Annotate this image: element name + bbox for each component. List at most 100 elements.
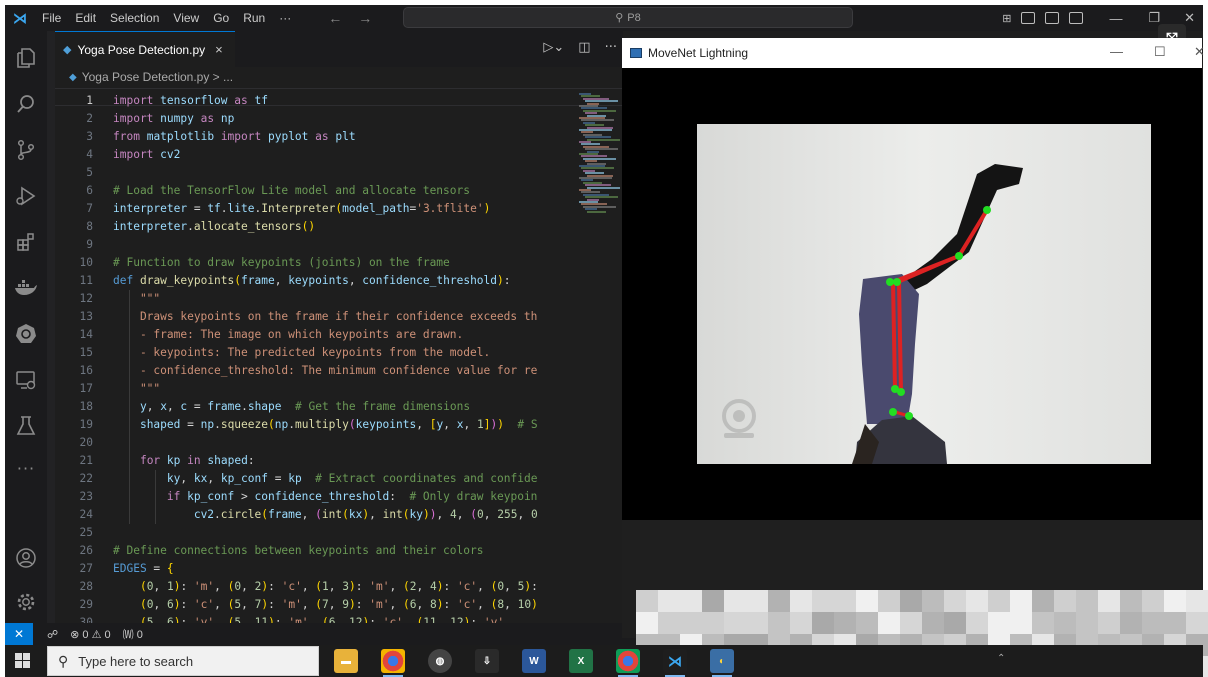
code-line[interactable]: 30 (5, 6): 'y', (5, 11): 'm', (6, 12): '… xyxy=(55,614,575,623)
opencv-window-icon xyxy=(630,48,642,58)
code-line[interactable]: 21 for kp in shaped: xyxy=(55,452,575,470)
code-line[interactable]: 25 xyxy=(55,524,575,542)
code-text: EDGES = { xyxy=(113,562,174,575)
remote-indicator-icon[interactable]: ✕ xyxy=(5,623,33,645)
code-line[interactable]: 20 xyxy=(55,434,575,452)
code-line[interactable]: 27 EDGES = { xyxy=(55,560,575,578)
code-line[interactable]: 4 import cv2 xyxy=(55,146,575,164)
chrome-icon[interactable] xyxy=(381,649,405,677)
source-control-icon[interactable] xyxy=(13,137,39,163)
taskbar-search-box[interactable]: ⚲ Type here to search xyxy=(47,646,319,676)
code-line[interactable]: 3 from matplotlib import pyplot as plt xyxy=(55,128,575,146)
code-line[interactable]: 17 """ xyxy=(55,380,575,398)
tab-close-icon[interactable]: × xyxy=(215,42,223,57)
close-window-button[interactable]: ✕ xyxy=(1184,10,1195,26)
breadcrumb-path[interactable]: Yoga Pose Detection.py > ... xyxy=(82,70,233,84)
sync-icon[interactable]: ☍ xyxy=(47,628,58,641)
code-line[interactable]: 2 import numpy as np xyxy=(55,110,575,128)
pixelated-block xyxy=(922,612,944,634)
kubernetes-icon[interactable] xyxy=(13,321,39,347)
tray-overflow-icon[interactable]: ⌃ xyxy=(997,653,1005,664)
line-number: 19 xyxy=(79,418,93,431)
menu-view[interactable]: View xyxy=(166,11,206,25)
code-line[interactable]: 19 shaped = np.squeeze(np.multiply(keypo… xyxy=(55,416,575,434)
menu-edit[interactable]: Edit xyxy=(68,11,103,25)
testing-icon[interactable] xyxy=(13,413,39,439)
code-line[interactable]: 7 interpreter = tf.lite.Interpreter(model… xyxy=(55,200,575,218)
chrome-profile-icon[interactable] xyxy=(616,649,640,677)
run-file-icon[interactable]: ▷⌄ xyxy=(543,40,564,55)
code-line[interactable]: 12 """ xyxy=(55,290,575,308)
code-line[interactable]: 26 # Define connections between keypoints… xyxy=(55,542,575,560)
code-line[interactable]: 24 cv2.circle(frame, (int(kx), int(ky)),… xyxy=(55,506,575,524)
pixelated-block xyxy=(1054,612,1076,634)
minimap[interactable] xyxy=(575,87,623,623)
command-center-search[interactable]: ⚲ P8 xyxy=(403,7,853,28)
code-text: - frame: The image on which keypoints ar… xyxy=(113,328,464,341)
code-line[interactable]: 10 # Function to draw keypoints (joints) … xyxy=(55,254,575,272)
code-line[interactable]: 15 - keypoints: The predicted keypoints … xyxy=(55,344,575,362)
minimize-button[interactable]: — xyxy=(1109,11,1122,26)
more-actions-icon[interactable]: ··· xyxy=(605,40,617,55)
menu-run[interactable]: Run xyxy=(236,11,272,25)
search-icon[interactable] xyxy=(13,91,39,117)
excel-icon[interactable]: X xyxy=(569,649,593,673)
remote-explorer-icon[interactable] xyxy=(13,367,39,393)
code-line[interactable]: 6 # Load the TensorFlow Lite model and al… xyxy=(55,182,575,200)
download-icon[interactable]: ⇩ xyxy=(475,649,499,673)
file-explorer-icon[interactable]: ▬ xyxy=(334,649,358,673)
code-line[interactable]: 1 import tensorflow as tf xyxy=(55,92,575,110)
movenet-minimize-button[interactable]: — xyxy=(1110,44,1123,59)
menu-go[interactable]: Go xyxy=(206,11,236,25)
code-line[interactable]: 8 interpreter.allocate_tensors() xyxy=(55,218,575,236)
code-line[interactable]: 13 Draws keypoints on the frame if their… xyxy=(55,308,575,326)
docker-icon[interactable] xyxy=(13,275,39,301)
code-line[interactable]: 16 - confidence_threshold: The minimum c… xyxy=(55,362,575,380)
split-editor-icon[interactable]: ◫ xyxy=(578,40,590,55)
code-line[interactable]: 14 - frame: The image on which keypoints… xyxy=(55,326,575,344)
extensions-icon[interactable] xyxy=(13,229,39,255)
python-taskbar-icon[interactable]: ◐ xyxy=(710,649,734,677)
movenet-maximize-button[interactable]: ☐ xyxy=(1154,44,1166,60)
windows-start-icon[interactable] xyxy=(15,653,31,669)
menu-file[interactable]: File xyxy=(35,11,68,25)
menu-more[interactable]: ··· xyxy=(272,11,298,25)
account-icon[interactable] xyxy=(13,545,39,571)
ports-status[interactable]: 🄦 0 xyxy=(123,626,143,642)
pixelated-block xyxy=(702,612,724,634)
vscode-taskbar-icon[interactable]: ⋊ xyxy=(663,649,687,677)
pixelated-block xyxy=(636,590,658,612)
code-line[interactable]: 29 (0, 6): 'c', (5, 7): 'm', (7, 9): 'm'… xyxy=(55,596,575,614)
line-number: 16 xyxy=(79,364,93,377)
code-line[interactable]: 18 y, x, c = frame.shape # Get the frame… xyxy=(55,398,575,416)
code-line[interactable]: 9 xyxy=(55,236,575,254)
obs-icon[interactable]: ◍ xyxy=(428,649,452,673)
code-line[interactable]: 22 ky, kx, kp_conf = kp # Extract coordi… xyxy=(55,470,575,488)
code-line[interactable]: 11 def draw_keypoints(frame, keypoints, c… xyxy=(55,272,575,290)
restore-button[interactable]: ❐ xyxy=(1148,10,1160,26)
code-text: Draws keypoints on the frame if their co… xyxy=(113,310,538,323)
code-editor[interactable]: 1 import tensorflow as tf 2 import numpy as… xyxy=(55,87,575,623)
more-icon[interactable]: ··· xyxy=(13,455,39,481)
menu-selection[interactable]: Selection xyxy=(103,11,166,25)
code-line[interactable]: 28 (0, 1): 'm', (0, 2): 'c', (1, 3): 'm'… xyxy=(55,578,575,596)
manage-gear-icon[interactable] xyxy=(13,589,39,615)
word-icon[interactable]: W xyxy=(522,649,546,673)
pixelated-block xyxy=(658,612,680,634)
nav-forward-icon[interactable]: → xyxy=(350,10,380,26)
code-line[interactable]: 5 xyxy=(55,164,575,182)
toggle-sidebar-icon[interactable] xyxy=(1021,12,1036,24)
problems-status[interactable]: ⊗ 0 ⚠ 0 xyxy=(70,628,111,641)
line-number: 30 xyxy=(79,616,93,623)
toggle-secondary-sidebar-icon[interactable] xyxy=(1069,12,1084,24)
tab-yoga-pose-detection[interactable]: ◆ Yoga Pose Detection.py × xyxy=(55,31,235,67)
line-number: 14 xyxy=(79,328,93,341)
pixelated-block xyxy=(724,612,746,634)
code-line[interactable]: 23 if kp_conf > confidence_threshold: # … xyxy=(55,488,575,506)
customize-layout-icon[interactable]: ⊞ xyxy=(1002,12,1011,25)
movenet-close-button[interactable]: ✕ xyxy=(1194,44,1205,60)
nav-back-icon[interactable]: ← xyxy=(320,10,350,26)
explorer-icon[interactable] xyxy=(13,45,39,71)
toggle-panel-icon[interactable] xyxy=(1045,12,1060,24)
run-debug-icon[interactable] xyxy=(13,183,39,209)
